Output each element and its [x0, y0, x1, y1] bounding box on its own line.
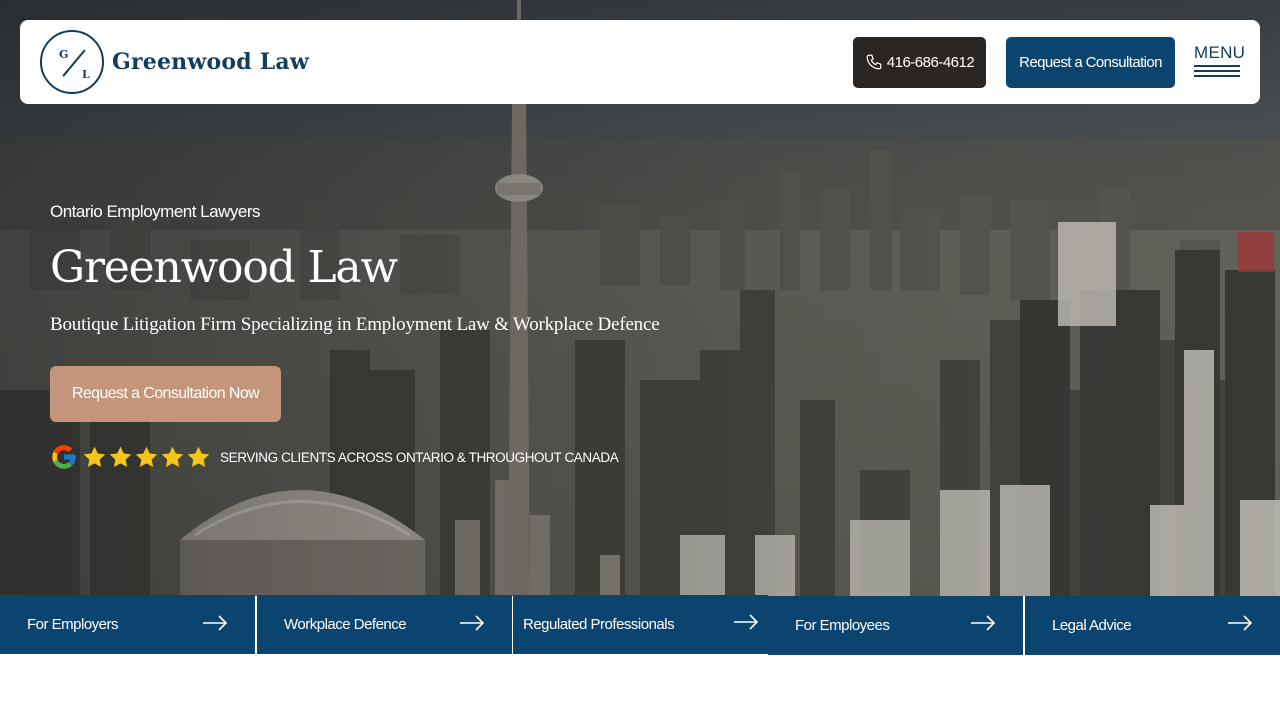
menu-label: MENU: [1194, 43, 1246, 62]
phone-icon: [866, 54, 882, 70]
request-consultation-button[interactable]: Request a Consultation: [1006, 36, 1175, 88]
header-actions: 416-686-4612 Request a Consultation MENU: [853, 36, 1246, 88]
hamburger-icon: [1194, 65, 1240, 80]
tab-label: For Employers: [27, 616, 119, 633]
request-consultation-label: Request a Consultation: [1019, 53, 1162, 71]
tab-label: Legal Advice: [1052, 617, 1132, 634]
star-rating: [82, 445, 212, 470]
site-header: G L Greenwood Law 416-686-4612 Request a…: [20, 20, 1260, 104]
serving-text: SERVING CLIENTS ACROSS ONTARIO & THROUGH…: [220, 449, 619, 465]
menu-button[interactable]: MENU: [1194, 43, 1246, 80]
arrow-right-icon: [203, 615, 228, 631]
tab-regulated-professionals[interactable]: Regulated Professionals: [513, 595, 768, 654]
star-icon: [135, 446, 158, 467]
tab-for-employees[interactable]: For Employees: [768, 596, 1023, 655]
hero-subtitle: Boutique Litigation Firm Specializing in…: [50, 314, 660, 335]
tab-for-employers[interactable]: For Employers: [0, 595, 255, 654]
logo-monogram[interactable]: G L: [40, 30, 104, 94]
arrow-right-icon: [460, 615, 485, 631]
request-consultation-now-button[interactable]: Request a Consultation Now: [50, 366, 281, 422]
star-icon: [187, 446, 210, 467]
star-icon: [83, 446, 106, 467]
arrow-right-icon: [971, 615, 996, 631]
arrow-right-icon: [1228, 615, 1253, 631]
phone-button[interactable]: 416-686-4612: [853, 36, 986, 88]
phone-number: 416-686-4612: [886, 53, 975, 71]
logo-initial-l: L: [82, 68, 90, 81]
logo-initial-g: G: [59, 48, 69, 61]
arrow-right-icon: [734, 614, 759, 630]
request-consultation-now-label: Request a Consultation Now: [71, 385, 260, 402]
star-icon: [109, 446, 132, 467]
tab-label: Workplace Defence: [284, 616, 407, 633]
practice-area-tabs: For Employers Workplace Defence Regulate…: [0, 595, 1280, 655]
hero-title: Greenwood Law: [50, 242, 398, 293]
star-icon: [161, 446, 184, 467]
hero-eyebrow: Ontario Employment Lawyers: [50, 202, 260, 221]
tab-legal-advice[interactable]: Legal Advice: [1025, 596, 1280, 655]
rating-row: SERVING CLIENTS ACROSS ONTARIO & THROUGH…: [50, 442, 619, 472]
google-icon: [52, 445, 76, 469]
tab-label: For Employees: [795, 617, 890, 634]
tab-label: Regulated Professionals: [523, 616, 675, 633]
tab-workplace-defence[interactable]: Workplace Defence: [257, 595, 512, 654]
logo-wordmark[interactable]: Greenwood Law: [112, 49, 309, 75]
